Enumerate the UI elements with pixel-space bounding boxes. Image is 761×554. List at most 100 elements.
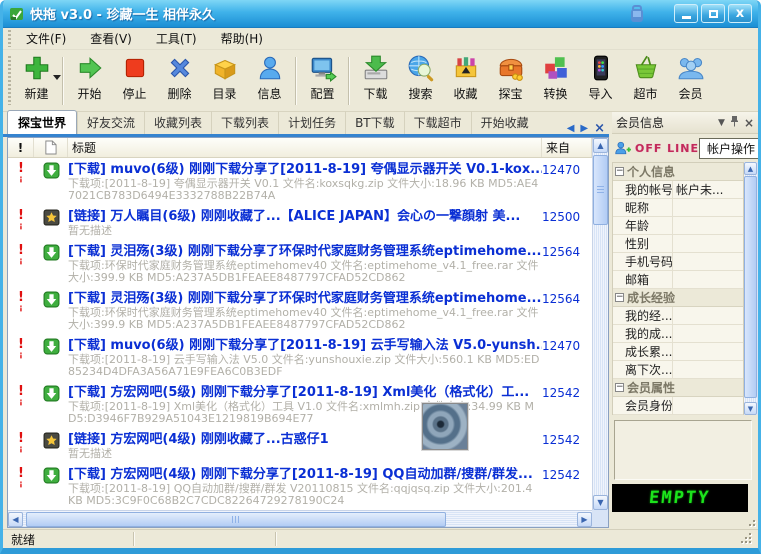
toolbar-separator bbox=[295, 57, 297, 105]
horizontal-scrollbar[interactable]: ◀ ▶ bbox=[8, 510, 592, 527]
thumb-grip bbox=[597, 186, 604, 194]
vertical-scrollbar[interactable]: ▲ ▼ bbox=[592, 138, 608, 510]
menu-grip[interactable] bbox=[8, 30, 11, 47]
toolbar-button-directory[interactable]: 目录 bbox=[202, 53, 247, 109]
toolbar-button-start[interactable]: 开始 bbox=[67, 53, 112, 109]
grid-row[interactable]: 我的帐号帐户未... bbox=[613, 181, 743, 199]
grid-row-value[interactable]: 帐户未... bbox=[673, 181, 743, 198]
list-item[interactable]: !¡[下载] muvo(6级) 刚刚下载分享了[2011-8-19] 云手写输入… bbox=[8, 334, 592, 381]
item-title-link[interactable]: [下载] muvo(6级) 刚刚下载分享了[2011-8-19] 云手写输入法 … bbox=[68, 338, 542, 353]
toolbar-button-search[interactable]: 搜索 bbox=[398, 53, 443, 109]
close-button[interactable]: x bbox=[728, 4, 752, 23]
menu-item-t[interactable]: 工具(T) bbox=[144, 28, 209, 49]
grid-row[interactable]: 我的经... bbox=[613, 307, 743, 325]
grid-row[interactable]: 会员身份 bbox=[613, 397, 743, 415]
account-operations-button[interactable]: 帐户操作 bbox=[699, 138, 758, 159]
scrollbar-thumb[interactable] bbox=[593, 155, 608, 225]
menu-item-f[interactable]: 文件(F) bbox=[14, 28, 78, 49]
item-description: 下载项:[2011-8-19] Xml美化（格式化）工具 V1.0 文件名:xm… bbox=[68, 401, 542, 425]
grid-scroll-down-button[interactable]: ▼ bbox=[744, 402, 757, 415]
toolbar-grip[interactable] bbox=[8, 56, 11, 105]
list-item[interactable]: !¡[下载] 灵泪殇(3级) 刚刚下载分享了环保时代家庭财务管理系统eptime… bbox=[8, 287, 592, 334]
app-icon bbox=[9, 6, 25, 22]
tab-close-icon[interactable]: × bbox=[594, 123, 605, 134]
grid-group-个人信息[interactable]: −个人信息 bbox=[613, 163, 743, 181]
collapse-minus-icon[interactable]: − bbox=[615, 383, 624, 392]
title-bar[interactable]: 快拖 v3.0 - 珍藏一生 相伴永久 x bbox=[3, 0, 758, 28]
type-column-header[interactable] bbox=[34, 138, 68, 157]
priority-column-header[interactable]: ! bbox=[8, 138, 34, 157]
grid-group-成长经验[interactable]: −成长经验 bbox=[613, 289, 743, 307]
item-title-link[interactable]: [下载] 灵泪殇(3级) 刚刚下载分享了环保时代家庭财务管理系统eptimeho… bbox=[68, 244, 542, 259]
grid-group-会员属性[interactable]: −会员属性 bbox=[613, 379, 743, 397]
menu-item-v[interactable]: 查看(V) bbox=[78, 28, 144, 49]
toolbar-button-member[interactable]: 会员 bbox=[668, 53, 713, 109]
maximize-button[interactable] bbox=[701, 4, 725, 23]
grid-row[interactable]: 成长累... bbox=[613, 343, 743, 361]
window-resize-grip[interactable] bbox=[739, 531, 751, 543]
tab-下载列表[interactable]: 下载列表 bbox=[211, 111, 278, 134]
toolbar-button-info[interactable]: 信息 bbox=[247, 53, 292, 109]
panel-close-icon[interactable]: × bbox=[744, 116, 754, 130]
toolbar-button-download[interactable]: 下载 bbox=[353, 53, 398, 109]
toolbar-button-market[interactable]: 超市 bbox=[623, 53, 668, 109]
item-title-link[interactable]: [下载] muvo(6级) 刚刚下载分享了[2011-8-19] 夸偶显示器开关… bbox=[68, 162, 542, 177]
tab-scroll-right-icon[interactable]: ▶ bbox=[580, 123, 588, 134]
tab-scroll-left-icon[interactable]: ◀ bbox=[567, 123, 575, 134]
item-title-link[interactable]: [下载] 方宏网吧(4级) 刚刚下载分享了[2011-8-19] QQ自动加群/… bbox=[68, 467, 542, 482]
tab-计划任务[interactable]: 计划任务 bbox=[278, 111, 345, 134]
grid-scrollbar-thumb[interactable] bbox=[744, 176, 757, 398]
tab-探宝世界[interactable]: 探宝世界 bbox=[7, 110, 77, 134]
new-icon bbox=[22, 53, 52, 83]
tab-BT下载[interactable]: BT下载 bbox=[345, 111, 404, 134]
collapse-minus-icon[interactable]: − bbox=[615, 293, 624, 302]
grid-row[interactable]: 年龄 bbox=[613, 217, 743, 235]
panel-resize-grip[interactable] bbox=[745, 516, 755, 526]
grid-row[interactable]: 邮箱 bbox=[613, 271, 743, 289]
from-column-header[interactable]: 来自 bbox=[542, 138, 592, 157]
list-item[interactable]: !¡[下载] 方宏网吧(4级) 刚刚下载分享了[2011-8-19] QQ自动加… bbox=[8, 463, 592, 510]
toolbar-button-treasure[interactable]: 探宝 bbox=[488, 53, 533, 109]
tab-下载超市[interactable]: 下载超市 bbox=[404, 111, 471, 134]
hscrollbar-thumb[interactable] bbox=[26, 512, 446, 527]
pin-icon[interactable] bbox=[730, 116, 739, 130]
scroll-down-button[interactable]: ▼ bbox=[593, 495, 608, 510]
chevron-down-icon[interactable]: ▼ bbox=[718, 118, 725, 128]
thumbnail-image[interactable] bbox=[422, 403, 468, 450]
toolbar-button-new[interactable]: 新建 bbox=[14, 53, 59, 109]
tab-好友交流[interactable]: 好友交流 bbox=[77, 111, 144, 134]
toolbar-button-import[interactable]: 导入 bbox=[578, 53, 623, 109]
toolbar-button-stop[interactable]: 停止 bbox=[112, 53, 157, 109]
grid-scrollbar[interactable]: ▲ ▼ bbox=[744, 162, 758, 415]
list-item[interactable]: !¡[下载] 方宏网吧(5级) 刚刚下载分享了[2011-8-19] Xml美化… bbox=[8, 381, 592, 428]
scroll-up-button[interactable]: ▲ bbox=[593, 138, 608, 153]
collapse-minus-icon[interactable]: − bbox=[615, 167, 624, 176]
toolbar-button-convert[interactable]: 转换 bbox=[533, 53, 578, 109]
list-item[interactable]: !¡[下载] muvo(6级) 刚刚下载分享了[2011-8-19] 夸偶显示器… bbox=[8, 158, 592, 205]
list-item[interactable]: !¡[下载] 灵泪殇(3级) 刚刚下载分享了环保时代家庭财务管理系统eptime… bbox=[8, 240, 592, 287]
item-title-link[interactable]: [链接] 方宏网吧(4级) 刚刚收藏了...古惑仔1 bbox=[68, 432, 542, 447]
item-title-link[interactable]: [下载] 方宏网吧(5级) 刚刚下载分享了[2011-8-19] Xml美化（格… bbox=[68, 385, 542, 400]
grid-row[interactable]: 手机号码 bbox=[613, 253, 743, 271]
menu-item-h[interactable]: 帮助(H) bbox=[209, 28, 275, 49]
toolbar-button-config[interactable]: 配置 bbox=[300, 53, 345, 109]
list-item[interactable]: !¡[链接] 方宏网吧(4级) 刚刚收藏了...古惑仔1暂无描述12542 bbox=[8, 428, 592, 463]
toolbar-button-favorite[interactable]: 收藏 bbox=[443, 53, 488, 109]
minimize-button[interactable] bbox=[674, 4, 698, 23]
grid-scroll-up-button[interactable]: ▲ bbox=[744, 162, 757, 175]
scroll-left-button[interactable]: ◀ bbox=[8, 512, 23, 527]
scroll-right-button[interactable]: ▶ bbox=[577, 512, 592, 527]
dropdown-arrow-icon[interactable] bbox=[53, 75, 61, 80]
item-title-link[interactable]: [链接] 万人瞩目(6级) 刚刚收藏了...【ALICE JAPAN】会心の一撃… bbox=[68, 209, 542, 224]
tab-收藏列表[interactable]: 收藏列表 bbox=[144, 111, 211, 134]
list-item[interactable]: !¡[链接] 万人瞩目(6级) 刚刚收藏了...【ALICE JAPAN】会心の… bbox=[8, 205, 592, 240]
title-column-header[interactable]: 标题 bbox=[68, 138, 542, 157]
grid-row[interactable]: 昵称 bbox=[613, 199, 743, 217]
tab-开始收藏[interactable]: 开始收藏 bbox=[471, 111, 538, 134]
item-from-value: 12542 bbox=[542, 432, 592, 447]
item-title-link[interactable]: [下载] 灵泪殇(3级) 刚刚下载分享了环保时代家庭财务管理系统eptimeho… bbox=[68, 291, 542, 306]
grid-row[interactable]: 离下次... bbox=[613, 361, 743, 379]
toolbar-button-delete[interactable]: 删除 bbox=[157, 53, 202, 109]
grid-row[interactable]: 性别 bbox=[613, 235, 743, 253]
grid-row[interactable]: 我的成... bbox=[613, 325, 743, 343]
